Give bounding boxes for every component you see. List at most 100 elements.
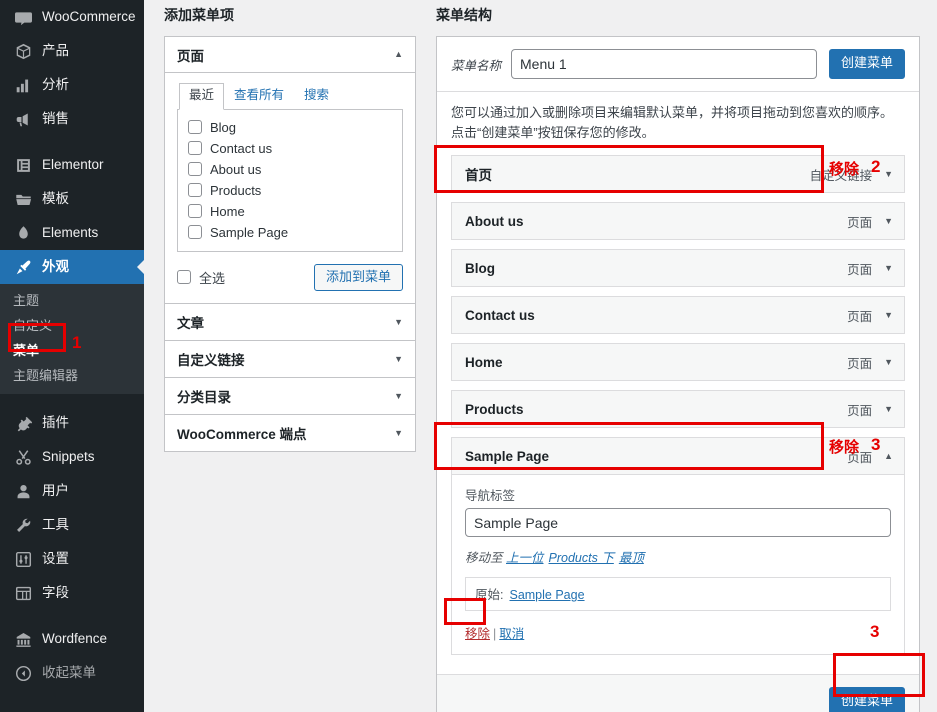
menu-item-bar[interactable]: About us 页面 ▼ bbox=[452, 203, 904, 239]
sidebar-item-设置[interactable]: 设置 bbox=[0, 542, 144, 576]
collapsed-metabox-header[interactable]: 自定义链接 ▼ bbox=[165, 341, 415, 377]
menu-item[interactable]: Sample Page页面▲导航标签移动至 上一位Products 下最顶原始:… bbox=[451, 437, 905, 656]
chevron-down-icon[interactable]: ▼ bbox=[884, 216, 893, 226]
sidebar-item-label: 模板 bbox=[42, 191, 69, 207]
page-option-label: Blog bbox=[210, 119, 237, 135]
page-option-checkbox[interactable] bbox=[188, 225, 202, 239]
submenu-item-1[interactable]: 主题 bbox=[0, 288, 144, 313]
menu-item[interactable]: Products 页面 ▼ bbox=[451, 390, 905, 429]
remove-link[interactable]: 移除 bbox=[465, 627, 490, 641]
page-option-row[interactable]: Blog bbox=[188, 117, 392, 138]
chevron-down-icon[interactable]: ▼ bbox=[394, 354, 403, 364]
page-option-checkbox[interactable] bbox=[188, 183, 202, 197]
menu-structure-column: 菜单名称 创建菜单 您可以通过加入或删除项目来编辑默认菜单，并将项目拖动到您喜欢… bbox=[436, 36, 920, 712]
sidebar-item-字段[interactable]: 字段 bbox=[0, 576, 144, 610]
menu-item-bar[interactable]: Products 页面 ▼ bbox=[452, 391, 904, 427]
plugins-plug-icon bbox=[13, 413, 33, 433]
menu-item-bar[interactable]: Home 页面 ▼ bbox=[452, 344, 904, 380]
fields-table-icon bbox=[13, 583, 33, 603]
sidebar-item-插件[interactable]: 插件 bbox=[0, 406, 144, 440]
move-link-3[interactable]: 最顶 bbox=[619, 551, 644, 565]
menu-item[interactable]: Contact us 页面 ▼ bbox=[451, 296, 905, 335]
chevron-down-icon[interactable]: ▼ bbox=[394, 428, 403, 438]
page-option-checkbox[interactable] bbox=[188, 120, 202, 134]
collapsed-metabox-header[interactable]: WooCommerce 端点 ▼ bbox=[165, 415, 415, 451]
settings-sliders-icon bbox=[13, 549, 33, 569]
move-link-2[interactable]: Products 下 bbox=[549, 551, 614, 565]
menu-panel-footer: 创建菜单 bbox=[437, 674, 919, 712]
sidebar-item-elements[interactable]: Elements bbox=[0, 216, 144, 250]
sidebar-item-用户[interactable]: 用户 bbox=[0, 474, 144, 508]
menu-item[interactable]: Blog 页面 ▼ bbox=[451, 249, 905, 288]
pages-metabox-header[interactable]: 页面 ▲ bbox=[165, 37, 415, 73]
menu-item-bar[interactable]: Contact us 页面 ▼ bbox=[452, 297, 904, 333]
collapsed-metabox: 分类目录 ▼ bbox=[164, 377, 416, 416]
chevron-down-icon[interactable]: ▼ bbox=[884, 263, 893, 273]
page-option-row[interactable]: Products bbox=[188, 180, 392, 201]
menu-item[interactable]: About us 页面 ▼ bbox=[451, 202, 905, 241]
chevron-up-icon[interactable]: ▲ bbox=[884, 451, 893, 461]
original-link[interactable]: Sample Page bbox=[509, 588, 584, 602]
sidebar-item-产品[interactable]: 产品 bbox=[0, 34, 144, 68]
select-all-checkbox[interactable] bbox=[177, 270, 191, 285]
add-to-menu-button[interactable]: 添加到菜单 bbox=[313, 263, 403, 292]
menu-item-type: 页面 bbox=[847, 356, 873, 371]
page-option-row[interactable]: Contact us bbox=[188, 138, 392, 159]
chevron-up-icon[interactable]: ▲ bbox=[394, 50, 403, 59]
pages-tab-1[interactable]: 最近 bbox=[179, 83, 225, 110]
page-option-label: Contact us bbox=[210, 140, 273, 156]
create-menu-button-top[interactable]: 创建菜单 bbox=[828, 49, 905, 79]
menu-structure-heading: 菜单结构 bbox=[436, 7, 492, 23]
sidebar-item-woocommerce[interactable]: WooCommerce bbox=[0, 0, 144, 34]
page-option-checkbox[interactable] bbox=[188, 204, 202, 218]
sidebar-item-模板[interactable]: 模板 bbox=[0, 182, 144, 216]
page-option-row[interactable]: Sample Page bbox=[188, 222, 392, 243]
pages-tab-3[interactable]: 搜索 bbox=[294, 83, 339, 110]
sidebar-item-销售[interactable]: 销售 bbox=[0, 102, 144, 136]
chevron-down-icon[interactable]: ▼ bbox=[394, 391, 403, 401]
create-menu-button-bottom[interactable]: 创建菜单 bbox=[828, 687, 905, 712]
sidebar-item-分析[interactable]: 分析 bbox=[0, 68, 144, 102]
sidebar-item-外观[interactable]: 外观 bbox=[0, 250, 145, 284]
chevron-down-icon[interactable]: ▼ bbox=[884, 404, 893, 414]
woocommerce-icon bbox=[13, 7, 33, 27]
page-option-checkbox[interactable] bbox=[188, 141, 202, 155]
pages-tab-2[interactable]: 查看所有 bbox=[224, 83, 294, 110]
menu-item-meta: 页面 ▼ bbox=[847, 400, 893, 419]
tools-wrench-icon bbox=[13, 515, 33, 535]
sidebar-item-wordfence[interactable]: Wordfence bbox=[0, 622, 144, 656]
chevron-down-icon[interactable]: ▼ bbox=[394, 317, 403, 327]
collapsed-metabox-header[interactable]: 分类目录 ▼ bbox=[165, 378, 415, 414]
add-menu-items-column: 页面 ▲ 最近 查看所有 搜索 Blog Contact us About us Prod… bbox=[164, 36, 416, 453]
product-box-icon bbox=[13, 41, 33, 61]
collapsed-metabox-header[interactable]: 文章 ▼ bbox=[165, 304, 415, 340]
annotation-number-3b: 3 bbox=[870, 622, 880, 641]
menu-item-bar[interactable]: Blog 页面 ▼ bbox=[452, 250, 904, 286]
sidebar-item-snippets[interactable]: Snippets bbox=[0, 440, 144, 474]
sidebar-item-elementor[interactable]: Elementor bbox=[0, 148, 144, 182]
annotation-number-1: 1 bbox=[72, 333, 82, 352]
menu-help-text: 您可以通过加入或删除项目来编辑默认菜单，并将项目拖动到您喜欢的顺序。点击“创建菜… bbox=[451, 105, 894, 141]
select-all-pages[interactable]: 全选 bbox=[177, 268, 225, 287]
cancel-link[interactable]: 取消 bbox=[499, 627, 524, 641]
submenu-item-4[interactable]: 主题编辑器 bbox=[0, 363, 144, 388]
move-link-1[interactable]: 上一位 bbox=[506, 551, 544, 565]
action-separator: | bbox=[493, 627, 497, 642]
elements-leaf-icon bbox=[13, 223, 33, 243]
sidebar-item-label: 用户 bbox=[42, 483, 69, 499]
chevron-down-icon[interactable]: ▼ bbox=[884, 310, 893, 320]
sidebar-item-收起菜单[interactable]: 收起菜单 bbox=[0, 656, 144, 690]
chevron-down-icon[interactable]: ▼ bbox=[884, 357, 893, 367]
sidebar-item-工具[interactable]: 工具 bbox=[0, 508, 144, 542]
menu-item[interactable]: Home 页面 ▼ bbox=[451, 343, 905, 382]
page-option-label: Products bbox=[210, 182, 262, 198]
chevron-down-icon[interactable]: ▼ bbox=[884, 169, 893, 179]
pages-checkbox-list: Blog Contact us About us Products Home Sample… bbox=[177, 108, 403, 252]
original-row: 原始: Sample Page bbox=[465, 577, 891, 612]
nav-label-input[interactable] bbox=[465, 508, 891, 538]
page-option-checkbox[interactable] bbox=[188, 162, 202, 176]
page-option-row[interactable]: About us bbox=[188, 159, 392, 180]
menu-name-input[interactable] bbox=[511, 49, 817, 79]
page-option-row[interactable]: Home bbox=[188, 201, 392, 222]
page-option-label: Sample Page bbox=[210, 224, 289, 240]
